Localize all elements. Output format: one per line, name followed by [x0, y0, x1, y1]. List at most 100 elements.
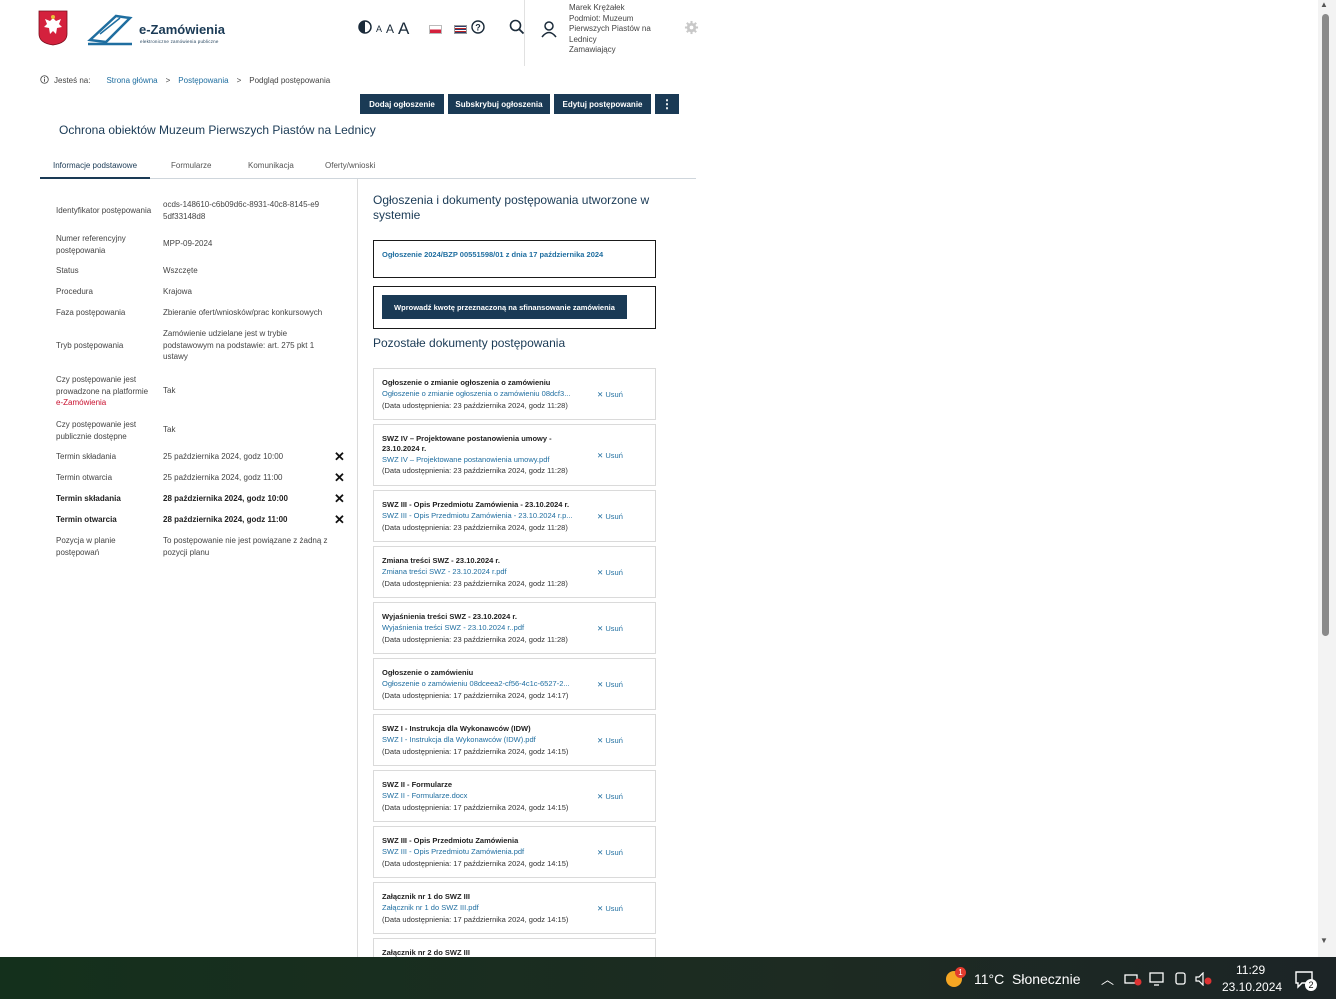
more-options-button[interactable]: ⋮ [655, 94, 679, 114]
document-date: (Data udostępnienia: 17 października 202… [382, 803, 569, 812]
breadcrumb-proceedings[interactable]: Postępowania [178, 76, 228, 85]
header-divider [524, 0, 525, 66]
tab-basic-info[interactable]: Informacje podstawowe [40, 154, 150, 179]
document-file-link[interactable]: SWZ I - Instrukcja dla Wykonawców (IDW).… [382, 735, 582, 745]
clock-time[interactable]: 11:29 [1236, 963, 1265, 977]
subscribe-notices-button[interactable]: Subskrybuj ogłoszenia [448, 94, 550, 114]
info-value: Wszczęte [163, 266, 198, 275]
document-date: (Data udostępnienia: 23 października 202… [382, 635, 568, 644]
tab-forms[interactable]: Formularze [171, 154, 211, 177]
font-size-small-button[interactable]: A [376, 24, 382, 34]
network-warning-icon[interactable] [1124, 972, 1142, 991]
other-documents-heading: Pozostałe dokumenty postępowania [373, 336, 566, 350]
info-label: Identyfikator postępowania [56, 206, 152, 215]
document-file-link[interactable]: SWZ III - Opis Przedmiotu Zamówienia - 2… [382, 511, 582, 521]
notice-link[interactable]: Ogłoszenie 2024/BZP 00551598/01 z dnia 1… [382, 250, 603, 259]
info-value: To postępowanie nie jest powiązane z żad… [163, 536, 328, 557]
delete-button[interactable]: ✕ Usuń [597, 568, 623, 577]
breadcrumb-home[interactable]: Strona główna [106, 76, 157, 85]
breadcrumb-separator: > [236, 76, 242, 85]
info-value: 25 października 2024, godz 11:00 [163, 473, 283, 482]
document-card: Ogłoszenie o zamówieniu Ogłoszenie o zam… [373, 658, 656, 710]
delete-button[interactable]: ✕ Usuń [597, 792, 623, 801]
delete-button[interactable]: ✕ Usuń [597, 680, 623, 689]
breadcrumb-separator: > [165, 76, 171, 85]
delete-button[interactable]: ✕ Usuń [597, 904, 623, 913]
close-icon: ✕ [334, 491, 345, 506]
amount-box: Wprowadź kwotę przeznaczoną na sfinansow… [373, 286, 656, 329]
scrollbar-thumb[interactable] [1322, 14, 1329, 636]
delete-button[interactable]: ✕ Usuń [597, 390, 623, 399]
info-value: Tak [163, 425, 176, 434]
tab-communication[interactable]: Komunikacja [248, 154, 294, 177]
english-flag-icon[interactable] [454, 24, 468, 34]
close-icon: ✕ [334, 512, 345, 527]
document-file-link[interactable]: SWZ III - Opis Przedmiotu Zamówienia.pdf [382, 847, 582, 857]
document-file-link[interactable]: SWZ II - Formularze.docx [382, 791, 582, 801]
clock-date[interactable]: 23.10.2024 [1222, 980, 1282, 994]
document-card: SWZ II - Formularze SWZ II - Formularze.… [373, 770, 656, 822]
document-card: Ogłoszenie o zmianie ogłoszenia o zamówi… [373, 368, 656, 420]
help-icon[interactable]: ? [471, 19, 486, 39]
delete-button[interactable]: ✕ Usuń [597, 624, 623, 633]
close-icon: ✕ [334, 449, 345, 464]
info-value: 28 października 2024, godz 11:00 [163, 515, 288, 524]
breadcrumb: Jesteś na: Strona główna > Postępowania … [40, 75, 330, 86]
delete-label: Usuń [605, 568, 623, 577]
documents-heading: Ogłoszenia i dokumenty postępowania utwo… [373, 193, 650, 222]
font-size-large-button[interactable]: A [398, 19, 409, 39]
gear-icon[interactable] [684, 20, 699, 40]
delete-label: Usuń [605, 512, 623, 521]
document-file-link[interactable]: Zmiana treści SWZ - 23.10.2024 r.pdf [382, 567, 582, 577]
document-title: SWZ III - Opis Przedmiotu Zamówienia [382, 836, 519, 845]
user-icon[interactable] [540, 20, 558, 43]
document-date: (Data udostępnienia: 17 października 202… [382, 915, 569, 924]
search-icon[interactable] [509, 19, 525, 40]
document-card: SWZ III - Opis Przedmiotu Zamówienia - 2… [373, 490, 656, 542]
document-file-link[interactable]: Załącznik nr 1 do SWZ III.pdf [382, 903, 582, 913]
document-file-link[interactable]: Ogłoszenie o zamówieniu 08dceea2-cf56-4c… [382, 679, 582, 689]
weather-text[interactable]: Słonecznie [1012, 971, 1081, 987]
polish-flag-icon[interactable] [429, 24, 443, 34]
info-value: 28 października 2024, godz 10:00 [163, 494, 288, 503]
contrast-icon[interactable] [358, 19, 372, 39]
temperature[interactable]: 11°C [974, 971, 1004, 987]
info-label: Termin otwarcia [56, 473, 113, 482]
document-file-link[interactable]: Wyjaśnienia treści SWZ - 23.10.2024 r..p… [382, 623, 582, 633]
delete-label: Usuń [605, 848, 623, 857]
document-date: (Data udostępnienia: 23 października 202… [382, 523, 568, 532]
font-size-medium-button[interactable]: A [386, 22, 394, 36]
document-card: SWZ I - Instrukcja dla Wykonawców (IDW) … [373, 714, 656, 766]
user-info[interactable]: Marek Krężałek Podmiot: Muzeum Pierwszyc… [569, 3, 659, 56]
document-title: Wyjaśnienia treści SWZ - 23.10.2024 r. [382, 612, 517, 621]
delete-button[interactable]: ✕ Usuń [597, 512, 623, 521]
add-notice-button[interactable]: Dodaj ogłoszenie [360, 94, 444, 114]
poland-emblem-logo[interactable] [38, 10, 68, 46]
delete-label: Usuń [605, 680, 623, 689]
delete-button[interactable]: ✕ Usuń [597, 736, 623, 745]
volume-muted-icon[interactable] [1195, 971, 1213, 991]
monitor-icon[interactable] [1149, 972, 1165, 991]
breadcrumb-current: Podgląd postępowania [249, 76, 331, 85]
document-card: Załącznik nr 1 do SWZ III Załącznik nr 1… [373, 882, 656, 934]
delete-button[interactable]: ✕ Usuń [597, 451, 623, 460]
enter-amount-button[interactable]: Wprowadź kwotę przeznaczoną na sfinansow… [382, 295, 627, 319]
edit-proceeding-button[interactable]: Edytuj postępowanie [554, 94, 651, 114]
accessibility-toolbar: A A A ? [358, 18, 525, 40]
brand-title: e-Zamówienia [139, 22, 225, 37]
document-file-link[interactable]: SWZ IV – Projektowane postanowienia umow… [382, 455, 582, 465]
info-label: Termin składania [56, 452, 117, 461]
document-title: Ogłoszenie o zmianie ogłoszenia o zamówi… [382, 378, 551, 387]
camera-icon[interactable] [1174, 971, 1188, 992]
delete-label: Usuń [605, 390, 623, 399]
user-entity: Podmiot: Muzeum Pierwszych Piastów na Le… [569, 13, 651, 44]
tab-offers[interactable]: Oferty/wnioski [325, 154, 375, 177]
document-file-link[interactable]: Ogłoszenie o zmianie ogłoszenia o zamówi… [382, 389, 582, 399]
taskbar: 1 11°C Słonecznie ︿ 11:29 23.10.2024 2 [0, 957, 1336, 999]
document-card: SWZ III - Opis Przedmiotu Zamówienia SWZ… [373, 826, 656, 878]
delete-button[interactable]: ✕ Usuń [597, 848, 623, 857]
info-label: Tryb postępowania [56, 341, 124, 350]
scroll-up-icon[interactable]: ▲ [1320, 0, 1328, 9]
scroll-down-icon[interactable]: ▼ [1320, 936, 1328, 945]
chevron-up-icon[interactable]: ︿ [1101, 969, 1114, 988]
